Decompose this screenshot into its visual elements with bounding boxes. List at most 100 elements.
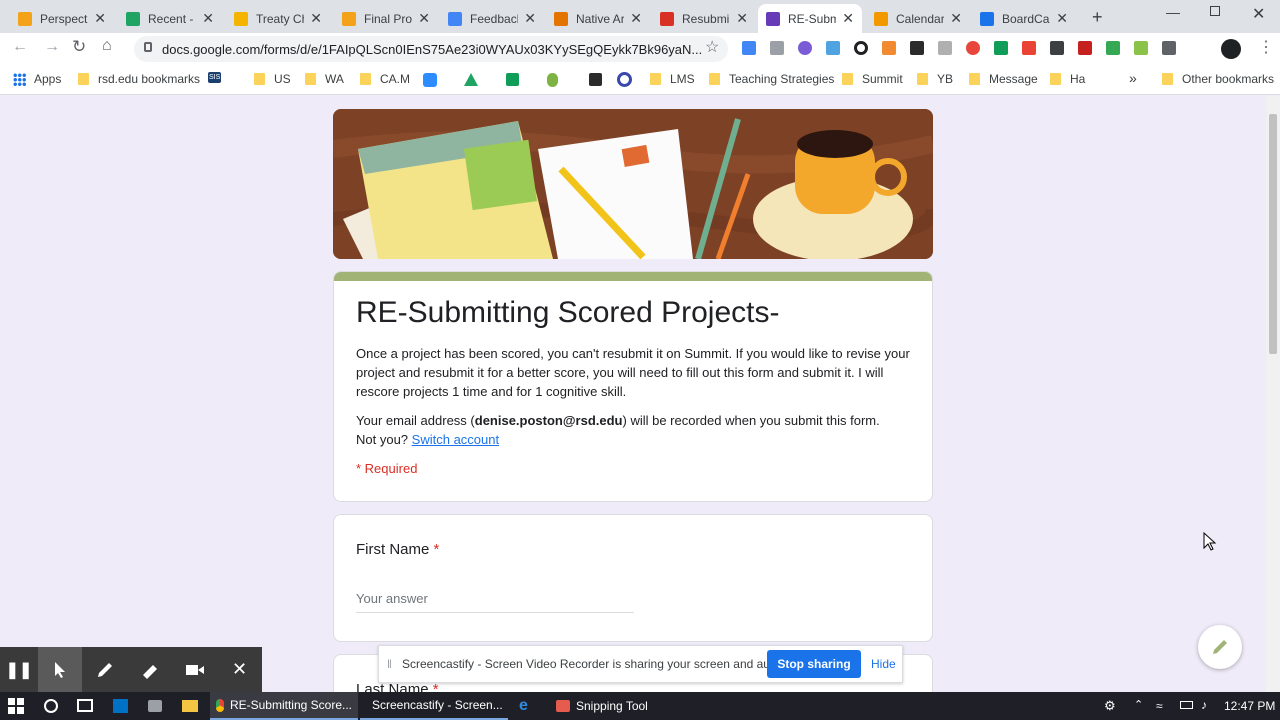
close-tab-icon[interactable]: ✕ <box>736 10 748 27</box>
forward-icon[interactable]: → <box>44 38 60 56</box>
bookmark-star-icon[interactable]: ☆ <box>705 37 719 57</box>
address-bar[interactable]: docs.google.com/forms/d/e/1FAIpQLScn0IEn… <box>134 36 728 62</box>
extension-icon[interactable] <box>1134 41 1148 55</box>
pen-tool-button[interactable] <box>82 647 127 692</box>
avatar[interactable] <box>1221 39 1241 59</box>
other-bookmarks[interactable]: Other bookmarks <box>1162 72 1274 86</box>
scrollbar-thumb[interactable] <box>1269 114 1277 354</box>
bookmark-folder[interactable]: Summit <box>842 72 903 86</box>
extension-icon[interactable] <box>742 41 756 55</box>
tab-final-pro[interactable]: Final Pro ✕ <box>334 4 438 33</box>
tab-boardcal[interactable]: BoardCal ✕ <box>972 4 1076 33</box>
bookmark-folder[interactable]: Message <box>969 72 1038 86</box>
pointer-tool-button[interactable] <box>38 647 82 692</box>
people-icon[interactable]: ⚙ <box>1104 698 1116 714</box>
windows-start-icon[interactable] <box>8 698 24 714</box>
reload-icon[interactable]: ↻ <box>72 37 86 57</box>
tab-re-subm[interactable]: RE-Subm ✕ <box>758 4 862 33</box>
close-tab-icon[interactable]: ✕ <box>524 10 536 27</box>
bookmark-folder[interactable]: LMS <box>650 72 695 86</box>
extension-icon[interactable] <box>770 41 784 55</box>
camera-app-icon[interactable] <box>148 700 162 712</box>
extension-icon[interactable] <box>966 41 980 55</box>
minimize-button[interactable]: — <box>1166 4 1180 20</box>
bookmark-icon[interactable] <box>547 73 558 87</box>
tab-treaty-ch[interactable]: Treaty Ch ✕ <box>226 4 330 33</box>
battery-icon[interactable] <box>1180 701 1193 709</box>
task-view-icon[interactable] <box>77 699 93 712</box>
extension-icon[interactable] <box>798 41 812 55</box>
stop-sharing-button[interactable]: Stop sharing <box>767 650 861 678</box>
extension-icon[interactable] <box>994 41 1008 55</box>
extension-icon[interactable] <box>1050 41 1064 55</box>
bookmark-folder[interactable]: rsd.edu bookmarks <box>78 72 200 86</box>
back-icon[interactable]: ← <box>12 38 28 56</box>
extension-icon[interactable] <box>1022 41 1036 55</box>
close-tab-icon[interactable]: ✕ <box>202 10 214 27</box>
extension-icon[interactable] <box>826 41 840 55</box>
switch-account-link[interactable]: Switch account <box>412 432 499 447</box>
tab-calendar[interactable]: Calendar ✕ <box>866 4 970 33</box>
bookmark-folder[interactable]: Teaching Strategies <box>709 72 834 86</box>
bookmark-folder[interactable]: WA <box>305 72 344 86</box>
eraser-tool-button[interactable] <box>127 647 172 692</box>
extension-icon[interactable] <box>1106 41 1120 55</box>
close-window-button[interactable]: ✕ <box>1252 4 1265 24</box>
close-tab-icon[interactable]: ✕ <box>418 10 430 27</box>
edge-icon[interactable]: e <box>519 697 528 715</box>
bookmark-apps[interactable]: Apps <box>13 72 61 86</box>
edit-fab-button[interactable] <box>1198 625 1242 669</box>
extension-icon[interactable] <box>854 41 868 55</box>
bookmark-folder[interactable]: YB <box>917 72 953 86</box>
drive-bookmark-icon[interactable] <box>464 73 478 86</box>
bookmark-folder[interactable]: US <box>254 72 291 86</box>
bookmark-folder[interactable]: CA.M <box>360 72 410 86</box>
close-tab-icon[interactable]: ✕ <box>950 10 962 27</box>
page-scrollbar[interactable] <box>1266 96 1280 692</box>
bookmark-icon[interactable] <box>506 73 519 86</box>
tab-native-ar[interactable]: Native Ar ✕ <box>546 4 650 33</box>
tab-recent[interactable]: Recent - ✕ <box>118 4 222 33</box>
more-bookmarks-button[interactable]: » <box>1129 70 1137 86</box>
extension-icon[interactable] <box>882 41 896 55</box>
close-toolbar-icon[interactable]: ✕ <box>217 647 262 692</box>
clock[interactable]: 12:47 PM <box>1224 699 1275 713</box>
restore-button[interactable] <box>1210 6 1220 16</box>
hide-button[interactable]: Hide <box>871 657 896 671</box>
close-tab-icon[interactable]: ✕ <box>1056 10 1068 27</box>
quizlet-bookmark-icon[interactable] <box>617 72 632 87</box>
tab-feedback[interactable]: Feedback ✕ <box>440 4 544 33</box>
taskbar-item-screencastify[interactable]: Screencastify - Screen... <box>360 692 508 720</box>
home-icon[interactable]: ⌂ <box>102 37 112 55</box>
close-tab-icon[interactable]: ✕ <box>94 10 106 27</box>
extension-icon[interactable] <box>910 41 924 55</box>
tab-perspecti[interactable]: Perspecti ✕ <box>10 4 114 33</box>
close-tab-icon[interactable]: ✕ <box>630 10 642 27</box>
chevron-up-icon[interactable]: ⌃ <box>1134 698 1143 711</box>
tab-resubmi[interactable]: Resubmi ✕ <box>652 4 756 33</box>
folder-icon <box>1162 73 1173 85</box>
extension-icon[interactable] <box>1078 41 1092 55</box>
menu-icon[interactable]: ⋮ <box>1258 37 1274 57</box>
file-explorer-icon[interactable] <box>182 700 198 712</box>
taskbar-item-chrome-form[interactable]: RE-Submitting Score... <box>210 692 358 720</box>
search-icon[interactable] <box>44 699 58 713</box>
bookmark-folder[interactable]: Ha <box>1050 72 1085 86</box>
camera-tool-button[interactable] <box>172 647 217 692</box>
volume-icon[interactable]: ♪ <box>1201 698 1207 712</box>
puzzle-icon[interactable] <box>1162 41 1176 55</box>
close-tab-icon[interactable]: ✕ <box>310 10 322 27</box>
drag-handle-icon[interactable]: ‖ <box>387 657 392 671</box>
pause-icon[interactable]: ❚❚ <box>0 647 38 692</box>
close-tab-icon[interactable]: ✕ <box>842 10 854 27</box>
new-tab-button[interactable]: + <box>1092 7 1103 28</box>
wifi-icon[interactable]: ≈ <box>1156 699 1163 713</box>
first-name-input[interactable]: Your answer <box>356 591 634 613</box>
bookmark-icon[interactable] <box>589 73 602 86</box>
taskbar-item-snipping-tool[interactable]: Snipping Tool <box>550 692 700 720</box>
taskbar-label: Screencastify - Screen... <box>372 698 503 712</box>
outlook-icon[interactable] <box>113 699 128 713</box>
bookmark-sis[interactable]: SIS <box>208 72 222 83</box>
extension-icon[interactable] <box>938 41 952 55</box>
zoom-bookmark-icon[interactable] <box>423 73 437 87</box>
